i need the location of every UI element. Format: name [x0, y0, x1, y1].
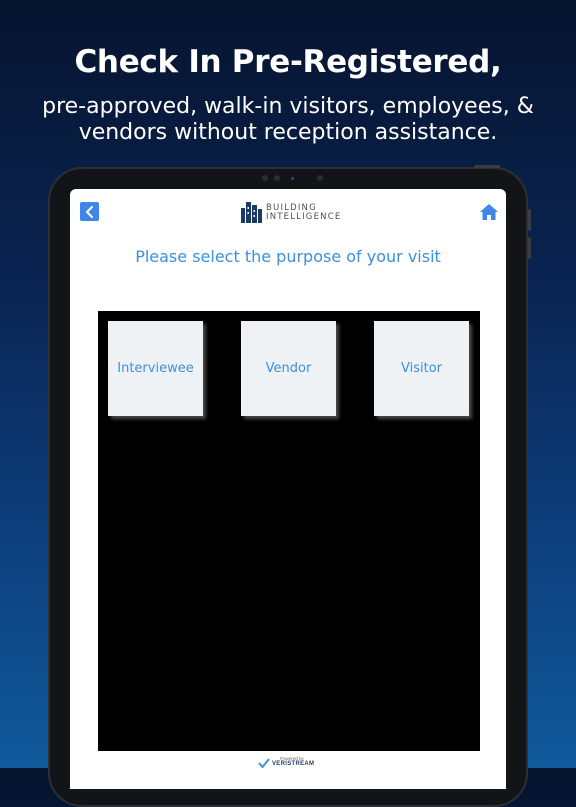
tablet-volume-down-button — [528, 237, 531, 259]
tablet-volume-up-button — [528, 209, 531, 231]
option-vendor-button[interactable]: Vendor — [241, 321, 336, 416]
options-panel: Interviewee Vendor Visitor — [98, 311, 480, 751]
subheadline: pre-approved, walk-in visitors, employee… — [42, 94, 534, 145]
option-interviewee-button[interactable]: Interviewee — [108, 321, 203, 416]
back-button[interactable] — [80, 202, 99, 221]
home-icon — [480, 204, 498, 220]
chevron-left-icon — [85, 205, 93, 218]
app-screen: BUILDING INTELLIGENCE Please select the … — [70, 189, 506, 789]
tablet-frame: BUILDING INTELLIGENCE Please select the … — [48, 165, 531, 807]
home-button[interactable] — [479, 202, 499, 222]
building-logo-icon — [241, 202, 262, 223]
visit-purpose-prompt: Please select the purpose of your visit — [135, 247, 441, 266]
tablet-top-button — [474, 165, 500, 168]
option-visitor-button[interactable]: Visitor — [374, 321, 469, 416]
headline: Check In Pre-Registered, — [74, 44, 502, 80]
veristream-brand: VERISTREAM — [272, 761, 315, 767]
veristream-check-icon — [258, 758, 270, 768]
logo-wordmark: BUILDING INTELLIGENCE — [266, 204, 341, 222]
logo-line2: INTELLIGENCE — [266, 212, 342, 222]
